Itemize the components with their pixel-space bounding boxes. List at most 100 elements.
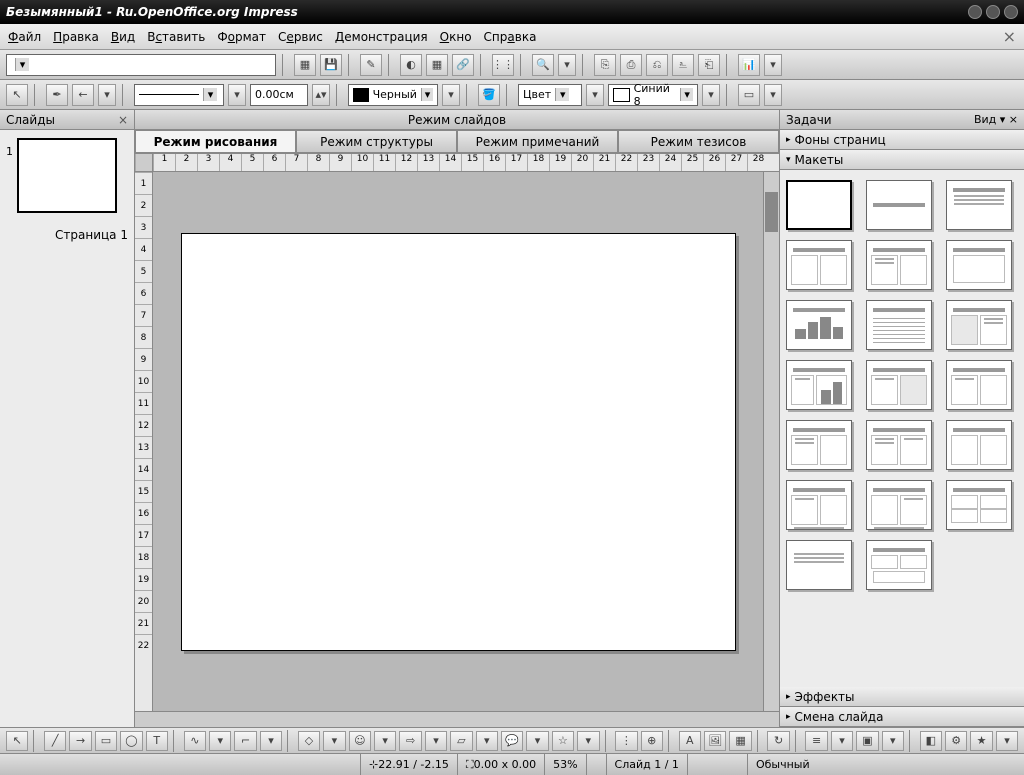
align-icon[interactable]: ≡ <box>805 731 827 751</box>
rotate-icon[interactable]: ↻ <box>767 731 789 751</box>
status-zoom[interactable]: 53% <box>544 754 585 775</box>
line-style-dd[interactable]: ▾ <box>228 84 246 106</box>
tb4[interactable]: ⎁ <box>672 54 694 76</box>
layout-19[interactable] <box>786 540 852 590</box>
dd3[interactable]: ▾ <box>323 731 345 751</box>
layout-2col[interactable] <box>786 240 852 290</box>
line-style[interactable]: ▾ <box>134 84 224 106</box>
stars-icon[interactable]: ☆ <box>552 731 574 751</box>
curve-icon[interactable]: ∿ <box>184 731 206 751</box>
glue-icon[interactable]: ⊕ <box>641 731 663 751</box>
fromfile-icon[interactable]: 🖼 <box>704 731 726 751</box>
menu-file[interactable]: ФФайлайл <box>8 30 41 44</box>
pointer-icon[interactable]: ↖ <box>6 84 28 106</box>
select-icon[interactable]: ↖ <box>6 731 28 751</box>
tasks-view[interactable]: Вид <box>974 113 996 126</box>
line-icon[interactable]: ╱ <box>44 731 66 751</box>
minimize-button[interactable] <box>968 5 982 19</box>
fill-type[interactable]: Цвет▾ <box>518 84 582 106</box>
tab-handout[interactable]: Режим тезисов <box>618 130 779 153</box>
pen-icon[interactable]: ✒ <box>46 84 68 106</box>
edit-icon[interactable]: ✎ <box>360 54 382 76</box>
layout-18[interactable] <box>946 480 1012 530</box>
hyperlink-icon[interactable]: 🔗 <box>452 54 474 76</box>
callouts-icon[interactable]: 💬 <box>501 731 523 751</box>
dd6[interactable]: ▾ <box>476 731 498 751</box>
text-icon[interactable]: T <box>146 731 168 751</box>
menu-insert[interactable]: Вставить <box>147 30 205 44</box>
tb-line-end[interactable]: ▾ <box>764 84 782 106</box>
layout-20[interactable] <box>866 540 932 590</box>
section-masters[interactable]: ▸Фоны страниц <box>780 130 1024 150</box>
section-transition[interactable]: ▸Смена слайда <box>780 707 1024 727</box>
shadow-icon[interactable]: ▭ <box>738 84 760 106</box>
layout-15[interactable] <box>946 420 1012 470</box>
tb-end[interactable]: ▾ <box>764 54 782 76</box>
layout-text-obj[interactable] <box>946 360 1012 410</box>
tb5[interactable]: ⎗ <box>698 54 720 76</box>
menu-format[interactable]: Формат <box>217 30 266 44</box>
tab-drawing[interactable]: Режим рисования <box>135 130 296 153</box>
rect-icon[interactable]: ▭ <box>95 731 117 751</box>
canvas[interactable] <box>153 172 763 711</box>
slides-close-icon[interactable]: × <box>118 113 128 127</box>
menu-tools[interactable]: Сервис <box>278 30 323 44</box>
layout-title-bullets[interactable] <box>946 180 1012 230</box>
save-icon[interactable]: 💾 <box>320 54 342 76</box>
tab-outline[interactable]: Режим структуры <box>296 130 457 153</box>
tb1[interactable]: ⎘ <box>594 54 616 76</box>
extrusion-icon[interactable]: ◧ <box>920 731 942 751</box>
zoom-dd[interactable]: ▾ <box>558 54 576 76</box>
layout-2col-b[interactable] <box>866 240 932 290</box>
slide-canvas[interactable] <box>181 233 736 651</box>
layout-13[interactable] <box>786 420 852 470</box>
dd5[interactable]: ▾ <box>425 731 447 751</box>
basicshapes-icon[interactable]: ◇ <box>298 731 320 751</box>
dd2[interactable]: ▾ <box>260 731 282 751</box>
arrange-icon[interactable]: ▣ <box>856 731 878 751</box>
dd4[interactable]: ▾ <box>374 731 396 751</box>
menu-help[interactable]: Справка <box>484 30 537 44</box>
maximize-button[interactable] <box>986 5 1000 19</box>
dd9[interactable]: ▾ <box>831 731 853 751</box>
line-width[interactable]: 0.00см <box>250 84 308 106</box>
section-layouts[interactable]: ▾Макеты <box>780 150 1024 170</box>
arrow-style[interactable]: ← <box>72 84 94 106</box>
line-width-spin[interactable]: ▴▾ <box>312 84 330 106</box>
arrow-dd[interactable]: ▾ <box>98 84 116 106</box>
bucket-icon[interactable]: 🪣 <box>478 84 500 106</box>
layout-clip[interactable] <box>946 300 1012 350</box>
fill-type-dd[interactable]: ▾ <box>586 84 604 106</box>
tb3[interactable]: ⎌ <box>646 54 668 76</box>
dd10[interactable]: ▾ <box>882 731 904 751</box>
layout-14[interactable] <box>866 420 932 470</box>
points-icon[interactable]: ⋮ <box>615 731 637 751</box>
connector-icon[interactable]: ⌐ <box>234 731 256 751</box>
fill-color-dd[interactable]: ▾ <box>702 84 720 106</box>
dd8[interactable]: ▾ <box>577 731 599 751</box>
layout-title[interactable] <box>866 180 932 230</box>
tb6[interactable]: 📊 <box>738 54 760 76</box>
menu-view[interactable]: Вид <box>111 30 135 44</box>
url-combo[interactable]: ▾ <box>6 54 276 76</box>
tb2[interactable]: ⎙ <box>620 54 642 76</box>
layout-chart[interactable] <box>786 300 852 350</box>
layout-text-chart[interactable] <box>786 360 852 410</box>
smiley-icon[interactable]: ☺ <box>349 731 371 751</box>
menu-window[interactable]: Окно <box>440 30 472 44</box>
layout-16[interactable] <box>786 480 852 530</box>
tasks-close-icon[interactable]: × <box>1009 113 1018 126</box>
drawbar-end[interactable]: ▾ <box>996 731 1018 751</box>
new-icon[interactable]: ▦ <box>294 54 316 76</box>
menu-edit[interactable]: Правка <box>53 30 99 44</box>
dd7[interactable]: ▾ <box>526 731 548 751</box>
layout-content[interactable] <box>946 240 1012 290</box>
fontwork-icon[interactable]: A <box>679 731 701 751</box>
layout-blank[interactable] <box>786 180 852 230</box>
zoom-icon[interactable]: 🔍 <box>532 54 554 76</box>
fill-color[interactable]: Синий 8▾ <box>608 84 698 106</box>
blockarrows-icon[interactable]: ⇨ <box>399 731 421 751</box>
chart-icon[interactable]: ◐ <box>400 54 422 76</box>
flowchart-icon[interactable]: ▱ <box>450 731 472 751</box>
layout-text-clip[interactable] <box>866 360 932 410</box>
